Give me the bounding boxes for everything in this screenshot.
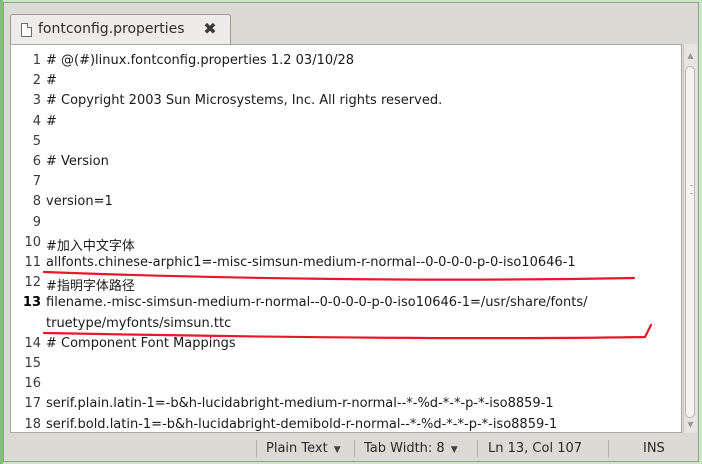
- line-number: 11: [24, 255, 41, 270]
- line-number: 10: [24, 234, 41, 250]
- line-text: # @(#)linux.fontconfig.properties 1.2 03…: [46, 53, 355, 68]
- grip-icon: [690, 185, 693, 194]
- line-text: #加入中文字体: [46, 238, 135, 254]
- line-text: # Copyright 2003 Sun Microsystems, Inc. …: [46, 93, 443, 109]
- line-number: 8: [32, 194, 41, 210]
- status-separator: [354, 440, 355, 457]
- scroll-up-arrow-icon[interactable]: ▲: [684, 50, 697, 62]
- syntax-mode-label: Plain Text: [266, 441, 328, 456]
- scrollbar-thumb[interactable]: [685, 66, 695, 418]
- line-text: serif.plain.latin-1=-b&h-lucidabright-me…: [46, 396, 554, 412]
- line-text: truetype/myfonts/simsun.ttc: [46, 315, 232, 331]
- line-text: allfonts.chinese-arphic1=-misc-simsun-me…: [46, 255, 576, 270]
- line-number: 1: [32, 53, 41, 68]
- line-number: 15: [24, 356, 41, 371]
- line-number: 7: [32, 174, 41, 190]
- tab-width-label: Tab Width: 8: [364, 441, 445, 456]
- tab-bar: fontconfig.properties ✖: [4, 3, 698, 45]
- line-number: 4: [32, 113, 41, 129]
- chevron-down-icon: ▼: [450, 445, 458, 455]
- line-text: # Component Font Mappings: [46, 335, 236, 351]
- tab-title: fontconfig.properties: [38, 21, 185, 37]
- line-number: 12: [24, 275, 41, 291]
- status-separator: [477, 440, 478, 457]
- status-separator: [256, 440, 257, 457]
- chevron-down-icon: ▼: [333, 445, 341, 455]
- line-text: # Version: [46, 154, 109, 169]
- line-text: serif.bold.latin-1=-b&h-lucidabright-dem…: [46, 416, 558, 432]
- line-number: 9: [32, 214, 41, 230]
- tab-width-dropdown[interactable]: Tab Width: 8 ▼: [364, 439, 458, 459]
- line-text: #指明字体路径: [46, 279, 135, 295]
- text-editor[interactable]: 1 # @(#)linux.fontconfig.properties 1.2 0…: [10, 44, 682, 433]
- line-text: version=1: [46, 194, 113, 210]
- tab-fontconfig-properties[interactable]: fontconfig.properties ✖: [10, 14, 231, 45]
- line-number: 13: [22, 295, 41, 311]
- line-number: 3: [32, 93, 41, 109]
- document-icon: [21, 23, 32, 37]
- line-text: #: [46, 73, 57, 89]
- status-separator: [608, 440, 609, 457]
- insert-mode-indicator[interactable]: INS: [643, 439, 665, 459]
- status-bar: Plain Text ▼ Tab Width: 8 ▼ Ln 13, Col 107…: [4, 434, 698, 463]
- line-number: 6: [32, 154, 41, 169]
- editor-window: fontconfig.properties ✖ 1 # @(#)linux.fon…: [3, 2, 699, 462]
- close-icon[interactable]: ✖: [200, 19, 220, 39]
- scroll-down-arrow-icon[interactable]: ▼: [684, 419, 697, 431]
- line-number: 18: [24, 416, 41, 432]
- line-number: 2: [32, 73, 41, 89]
- line-text: filename.-misc-simsun-medium-r-normal--0…: [46, 295, 588, 311]
- vertical-scrollbar[interactable]: ▲ ▼: [683, 44, 697, 433]
- line-number: 14: [24, 335, 41, 351]
- line-number: 17: [24, 396, 41, 412]
- line-number: 5: [32, 133, 41, 149]
- syntax-mode-dropdown[interactable]: Plain Text ▼: [266, 439, 341, 459]
- line-text: #: [46, 113, 57, 129]
- cursor-position: Ln 13, Col 107: [488, 441, 583, 456]
- line-number: 16: [24, 376, 41, 392]
